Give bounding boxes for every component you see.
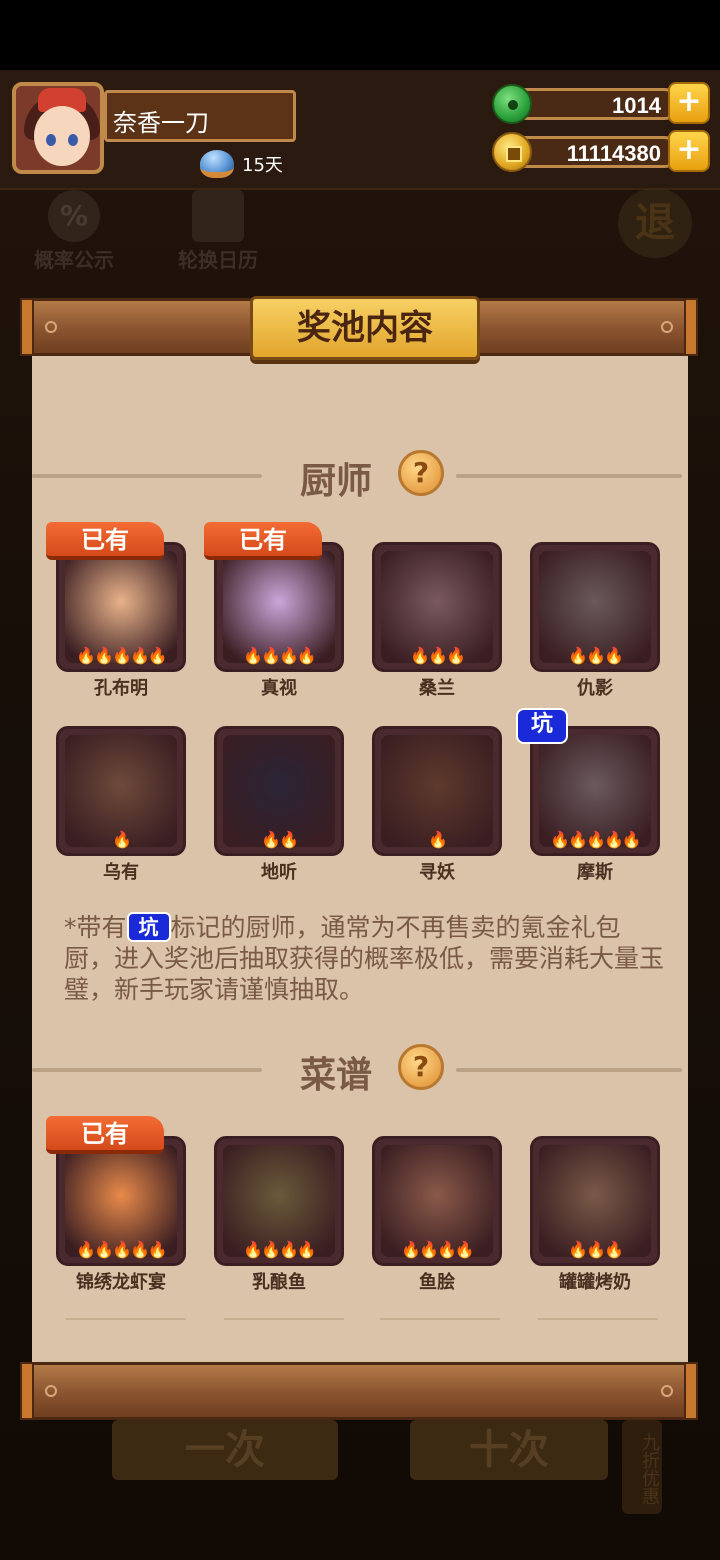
recipe-name: 罐罐烤奶	[559, 1272, 631, 1293]
rarity-flames: 🔥🔥🔥	[568, 646, 624, 665]
next-row-hint	[380, 1318, 500, 1322]
recipe-card[interactable]: 🔥🔥🔥	[530, 1136, 660, 1266]
recipe-name: 鱼脍	[419, 1272, 455, 1293]
days-label: 15天	[242, 155, 283, 176]
divider-line	[456, 474, 682, 478]
chef-section-title: 厨师	[300, 461, 373, 502]
recipe-section-title: 菜谱	[300, 1055, 373, 1096]
divider-line	[456, 1068, 682, 1072]
chef-name: 真视	[261, 678, 297, 699]
pit-notice: *带有坑标记的厨师，通常为不再售卖的氪金礼包厨，进入奖池后抽取获得的概率极低，需…	[64, 912, 664, 1005]
rod-cap	[20, 1362, 34, 1420]
rod-pin	[45, 321, 57, 333]
chef-name: 桑兰	[419, 678, 455, 699]
divider-line	[32, 474, 262, 478]
rod-pin	[661, 1385, 673, 1397]
avatar-face	[34, 106, 90, 166]
recipe-name: 乳酿鱼	[252, 1272, 306, 1293]
recipe-section-header: 菜谱 ?	[32, 1042, 688, 1098]
recipe-name: 锦绣龙虾宴	[76, 1272, 166, 1293]
rarity-flames: 🔥🔥🔥	[568, 1240, 624, 1259]
chef-card[interactable]: 🔥🔥🔥🔥🔥	[530, 726, 660, 856]
avatar-eye	[68, 134, 78, 146]
dialog-title: 奖池内容	[250, 296, 480, 360]
chef-name: 寻妖	[419, 862, 455, 883]
rod-cap	[20, 298, 34, 356]
add-jade-button[interactable]: +	[668, 82, 710, 124]
status-bar	[0, 0, 720, 70]
chef-card[interactable]: 🔥🔥🔥🔥🔥	[56, 542, 186, 672]
chef-card[interactable]: 🔥🔥🔥🔥	[214, 542, 344, 672]
pit-notice-prefix: *带有	[64, 913, 127, 942]
days-indicator: 15天	[200, 150, 283, 178]
next-row-hint	[538, 1318, 658, 1322]
recipe-card[interactable]: 🔥🔥🔥🔥	[214, 1136, 344, 1266]
chef-section-header: 厨师 ?	[32, 448, 688, 504]
chef-help-icon[interactable]: ?	[398, 450, 444, 496]
pit-inline-badge: 坑	[126, 912, 171, 942]
chef-card[interactable]: 🔥	[372, 726, 502, 856]
gold-currency: 11114380 +	[492, 130, 712, 172]
gold-coin-icon	[492, 132, 532, 172]
avatar-eye	[46, 134, 56, 146]
rod-pin	[45, 1385, 57, 1397]
recipe-card[interactable]: 🔥🔥🔥🔥🔥	[56, 1136, 186, 1266]
globe-icon	[200, 150, 234, 178]
player-name: 奈香一刀	[104, 90, 296, 142]
next-row-hint	[66, 1318, 186, 1322]
recipe-help-icon[interactable]: ?	[398, 1044, 444, 1090]
rarity-flames: 🔥🔥🔥🔥🔥	[76, 1240, 168, 1259]
rarity-flames: 🔥	[428, 830, 448, 849]
rarity-flames: 🔥	[112, 830, 132, 849]
chef-name: 地听	[261, 862, 297, 883]
chef-card[interactable]: 🔥	[56, 726, 186, 856]
rod-cap	[684, 298, 698, 356]
rarity-flames: 🔥🔥🔥	[410, 646, 466, 665]
chef-card[interactable]: 🔥🔥🔥	[372, 542, 502, 672]
next-row-hint	[224, 1318, 344, 1322]
owned-badge: 已有	[46, 1116, 164, 1154]
pit-badge: 坑	[516, 708, 568, 744]
rarity-flames: 🔥🔥🔥🔥	[243, 1240, 317, 1259]
add-gold-button[interactable]: +	[668, 130, 710, 172]
rarity-flames: 🔥🔥🔥🔥🔥	[76, 646, 168, 665]
gold-amount: 11114380	[510, 136, 680, 168]
recipe-card[interactable]: 🔥🔥🔥🔥	[372, 1136, 502, 1266]
player-avatar[interactable]	[12, 82, 104, 174]
rarity-flames: 🔥🔥🔥🔥🔥	[550, 830, 642, 849]
owned-badge: 已有	[204, 522, 322, 560]
rarity-flames: 🔥🔥🔥🔥	[401, 1240, 475, 1259]
rarity-flames: 🔥🔥	[261, 830, 299, 849]
owned-badge: 已有	[46, 522, 164, 560]
chef-name: 仇影	[577, 678, 613, 699]
chef-name: 摩斯	[577, 862, 613, 883]
chef-name: 孔布明	[94, 678, 148, 699]
jade-amount: 1014	[510, 88, 680, 120]
rarity-flames: 🔥🔥🔥🔥	[243, 646, 317, 665]
jade-currency: 1014 +	[492, 82, 712, 124]
chef-card[interactable]: 🔥🔥🔥	[530, 542, 660, 672]
chef-name: 乌有	[103, 862, 139, 883]
rod-pin	[661, 321, 673, 333]
rod-cap	[684, 1362, 698, 1420]
chef-card[interactable]: 🔥🔥	[214, 726, 344, 856]
scroll-bottom-rod	[20, 1362, 698, 1420]
divider-line	[32, 1068, 262, 1072]
jade-icon	[492, 84, 532, 124]
